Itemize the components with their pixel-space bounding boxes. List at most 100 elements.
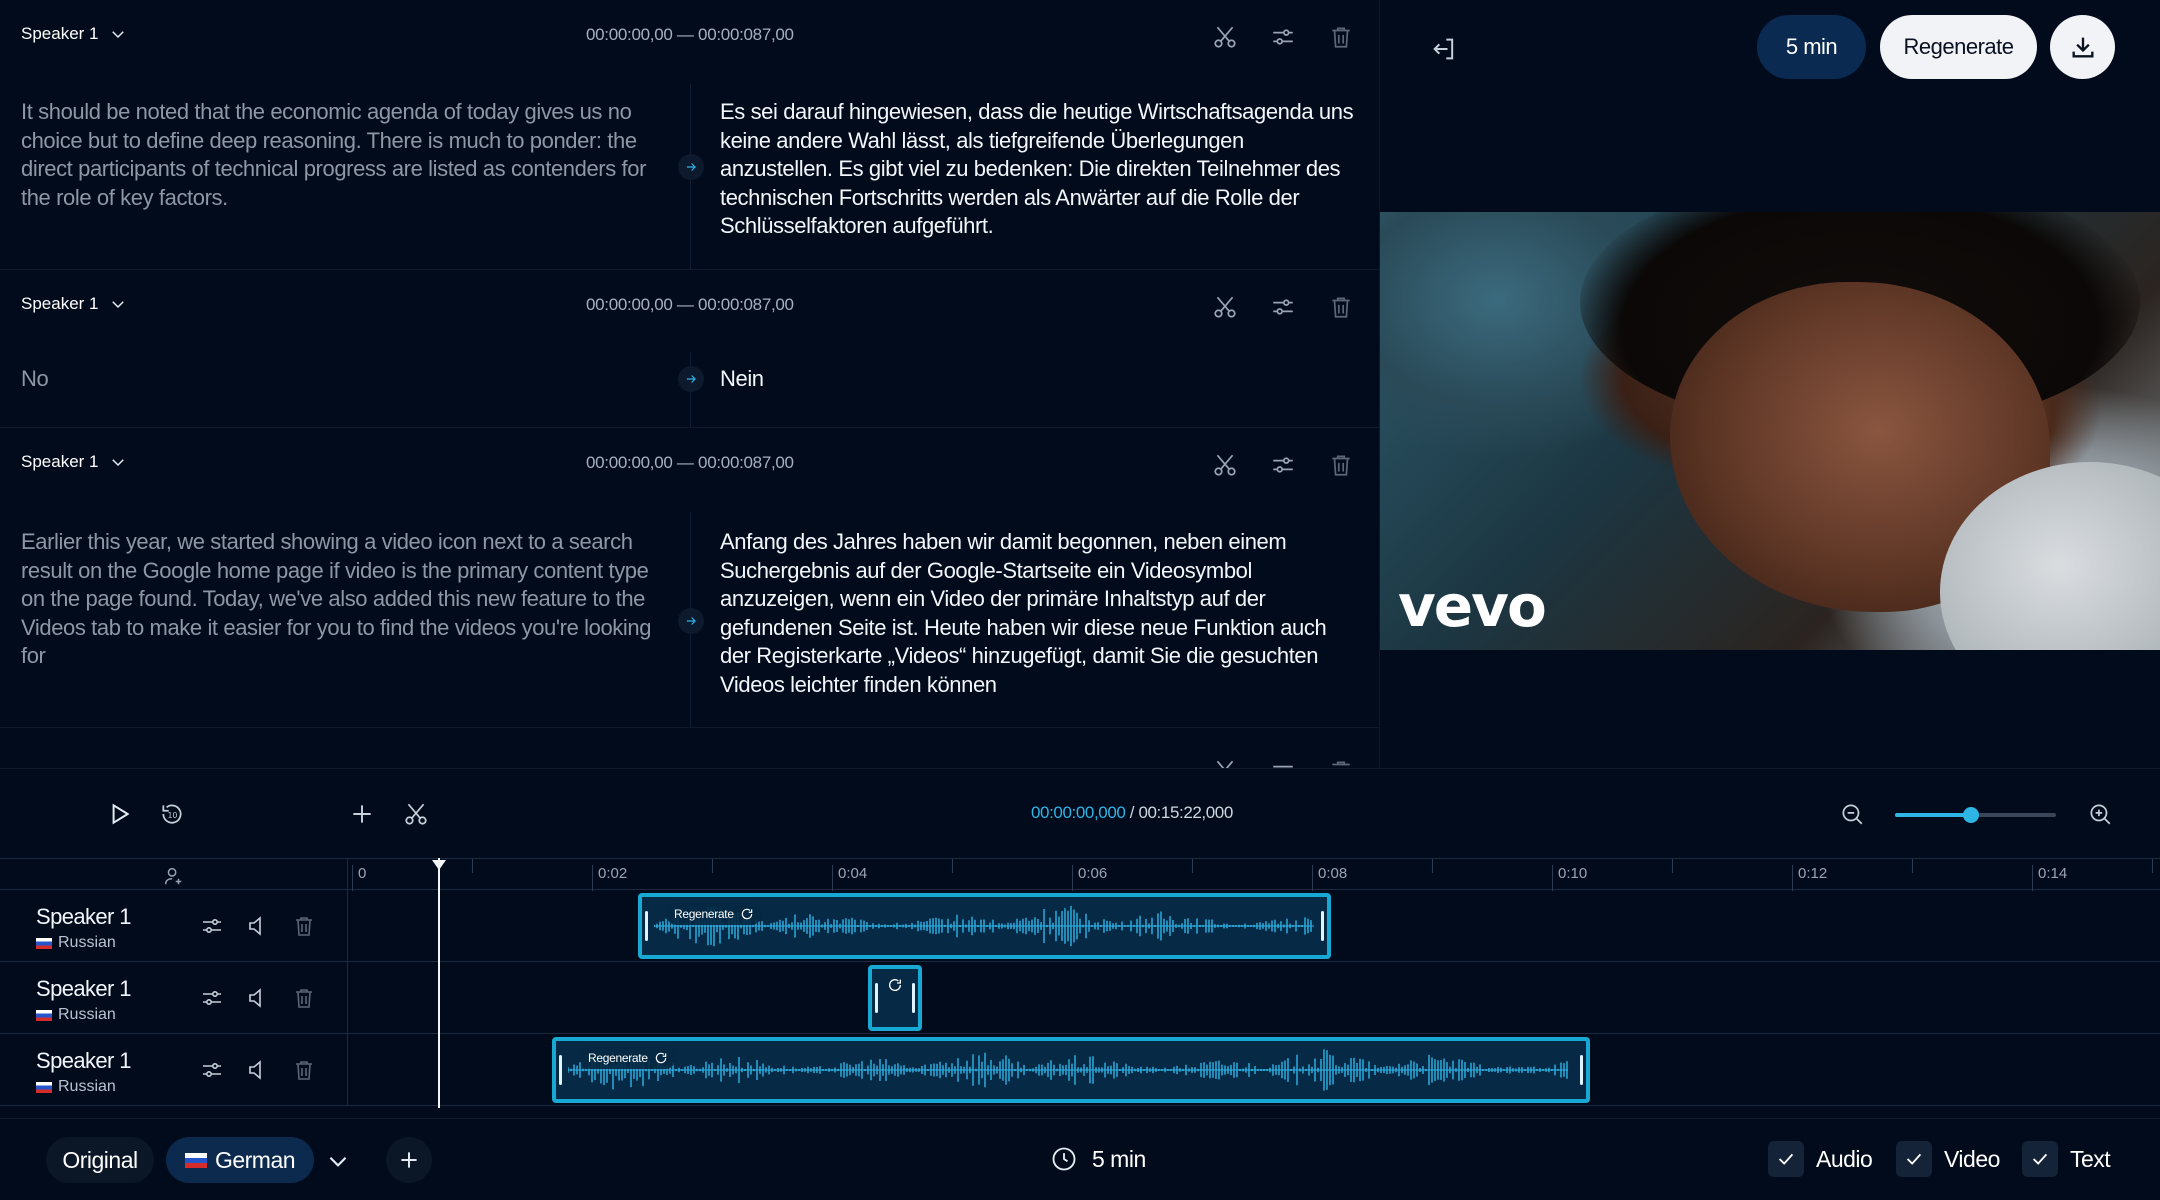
speaker-selector[interactable]: Speaker 1: [21, 294, 127, 314]
target-language-button[interactable]: German: [166, 1137, 314, 1183]
track-volume-button[interactable]: [244, 912, 272, 940]
delete-button[interactable]: [1324, 290, 1358, 324]
settings-button[interactable]: [1266, 20, 1300, 54]
zoom-out-button[interactable]: [1834, 796, 1870, 832]
transcript-segment: Speaker 1 00:00:00,00 — 00:00:087,00 Ear…: [0, 428, 1379, 728]
regenerate-button[interactable]: Regenerate: [1880, 15, 2037, 79]
plus-icon: [401, 1152, 417, 1168]
add-language-button[interactable]: [386, 1137, 432, 1183]
settings-button[interactable]: [1266, 754, 1300, 768]
check-icon: [1778, 1153, 1794, 1165]
segment-timecode: 00:00:00,00 — 00:00:087,00: [586, 25, 794, 44]
transcript-segment-partial: [0, 728, 1379, 768]
clip-handle-right[interactable]: [1580, 1055, 1583, 1085]
refresh-icon: [889, 979, 902, 991]
cut-button[interactable]: [1208, 448, 1242, 482]
track-volume-button[interactable]: [244, 1056, 272, 1084]
track-volume-button[interactable]: [244, 984, 272, 1012]
transcript-panel: Speaker 1 00:00:00,00 — 00:00:087,00 It …: [0, 0, 1380, 768]
sliders-icon: [1273, 765, 1293, 768]
text-label: Text: [2070, 1145, 2111, 1172]
clip-regenerate-chip[interactable]: Regenerate: [580, 1047, 676, 1069]
cut-button[interactable]: [1208, 20, 1242, 54]
target-text[interactable]: Es sei darauf hingewiesen, dass die heut…: [720, 98, 1360, 241]
video-label: Video: [1944, 1145, 2000, 1172]
track-delete-button[interactable]: [290, 1056, 318, 1084]
track-settings-button[interactable]: [198, 1056, 226, 1084]
audio-clip[interactable]: Regenerate: [552, 1037, 1590, 1103]
ruler-tick-label: 0:14: [2032, 865, 2067, 891]
track-settings-button[interactable]: [198, 912, 226, 940]
source-text[interactable]: It should be noted that the economic age…: [21, 98, 661, 212]
add-speaker-icon[interactable]: [162, 865, 184, 887]
playhead-handle[interactable]: [432, 860, 446, 870]
text-checkbox[interactable]: [2022, 1141, 2058, 1177]
segment-timecode: 00:00:00,00 — 00:00:087,00: [586, 295, 794, 314]
settings-button[interactable]: [1266, 448, 1300, 482]
ruler-tick-label: 0:12: [1792, 865, 1827, 891]
speaker-selector[interactable]: Speaker 1: [21, 452, 127, 472]
zoom-slider[interactable]: [1895, 807, 2056, 823]
exit-button[interactable]: [1427, 32, 1461, 66]
split-button[interactable]: [398, 796, 434, 832]
original-language-button[interactable]: Original: [46, 1137, 154, 1183]
trash-icon: [1332, 27, 1350, 48]
download-icon: [2072, 37, 2093, 58]
clip-handle-right[interactable]: [1321, 911, 1324, 941]
video-checkbox[interactable]: [1896, 1141, 1932, 1177]
add-button[interactable]: [344, 796, 380, 832]
target-text[interactable]: Nein: [720, 365, 1360, 394]
duration-badge[interactable]: 5 min: [1757, 15, 1866, 79]
source-text[interactable]: Earlier this year, we started showing a …: [21, 528, 661, 671]
speaker-label: Speaker 1: [21, 294, 99, 313]
chevron-down-icon: [329, 1156, 347, 1167]
clip-handle-right[interactable]: [912, 983, 915, 1013]
target-text[interactable]: Anfang des Jahres haben wir damit begonn…: [720, 528, 1360, 699]
chevron-down-icon: [111, 459, 124, 467]
text-toggle[interactable]: Text: [2022, 1141, 2111, 1177]
time-ruler[interactable]: 0 0:02 0:04 0:06 0:08 0:10 0:12 0:14: [0, 858, 2160, 891]
language-dropdown-button[interactable]: [318, 1141, 358, 1181]
delete-button[interactable]: [1324, 20, 1358, 54]
playhead[interactable]: [438, 858, 440, 1108]
ruler-minor-tick: [712, 859, 713, 873]
ruler-tick-label: 0: [352, 865, 366, 891]
source-text[interactable]: No: [21, 365, 661, 394]
track-row: Speaker 1 Russian Regenerate: [0, 1034, 2160, 1106]
cut-button[interactable]: [1208, 290, 1242, 324]
play-button[interactable]: [101, 796, 137, 832]
track-name: Speaker 1: [36, 904, 131, 929]
clip-handle-left[interactable]: [875, 983, 878, 1013]
track-settings-button[interactable]: [198, 984, 226, 1012]
zoom-slider-handle[interactable]: [1962, 807, 1979, 823]
clip-handle-left[interactable]: [559, 1055, 562, 1085]
track-delete-button[interactable]: [290, 984, 318, 1012]
delete-button[interactable]: [1324, 754, 1358, 768]
replay-10-button[interactable]: 10: [154, 796, 190, 832]
video-toggle[interactable]: Video: [1896, 1141, 2000, 1177]
trash-icon: [296, 917, 312, 936]
track-language-label: Russian: [58, 1006, 116, 1023]
clip-handle-left[interactable]: [645, 911, 648, 941]
video-preview[interactable]: vevo: [1380, 212, 2160, 650]
audio-clip[interactable]: [868, 965, 922, 1031]
download-button[interactable]: [2050, 15, 2115, 79]
audio-checkbox[interactable]: [1768, 1141, 1804, 1177]
transcript-segment: Speaker 1 00:00:00,00 — 00:00:087,00 No …: [0, 270, 1379, 428]
ruler-minor-tick: [952, 859, 953, 873]
delete-button[interactable]: [1324, 448, 1358, 482]
speaker-selector[interactable]: Speaker 1: [21, 24, 127, 44]
ruler-minor-tick: [1912, 859, 1913, 873]
settings-button[interactable]: [1266, 290, 1300, 324]
zoom-in-button[interactable]: [2082, 796, 2118, 832]
cut-button[interactable]: [1208, 754, 1242, 768]
audio-clip[interactable]: Regenerate: [638, 893, 1331, 959]
zoom-in-icon: [2090, 804, 2111, 825]
translate-arrow-icon: [678, 154, 704, 180]
clip-regenerate-chip[interactable]: Regenerate: [666, 903, 762, 925]
time-readout: 00:00:00,000 / 00:15:22,000: [1031, 803, 1233, 823]
audio-toggle[interactable]: Audio: [1768, 1141, 1873, 1177]
track-delete-button[interactable]: [290, 912, 318, 940]
time-separator: /: [1125, 803, 1139, 822]
check-icon: [2032, 1153, 2048, 1165]
